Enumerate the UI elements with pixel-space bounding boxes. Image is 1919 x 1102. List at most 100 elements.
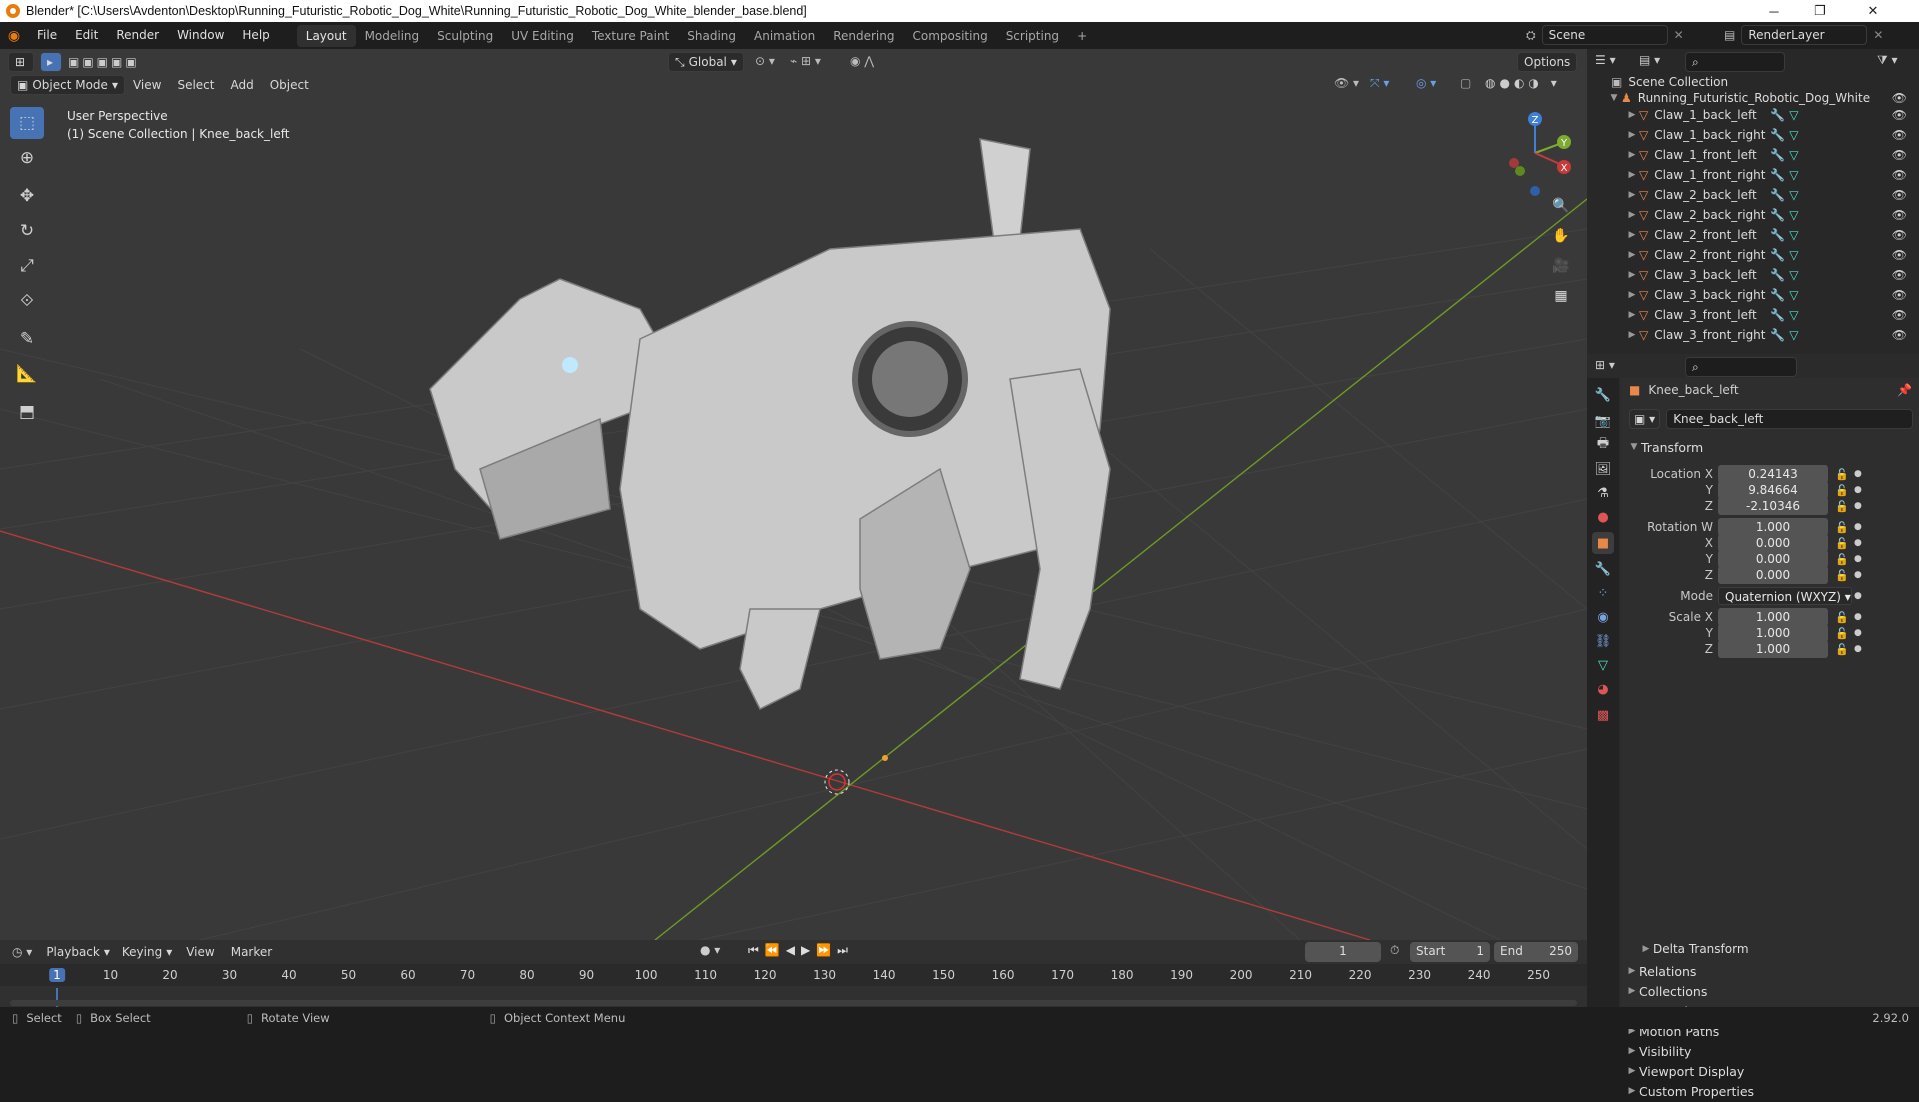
modifier-icon[interactable]: 🔧 (1770, 228, 1785, 242)
pan-hand-icon[interactable]: ✋ (1548, 223, 1574, 249)
tab-modeling[interactable]: Modeling (356, 25, 429, 47)
object-type-dropdown[interactable]: ▣ ▾ (1629, 409, 1661, 429)
mesh-data-icon[interactable]: ▽ (1789, 248, 1798, 262)
remove-scene-icon[interactable]: ✕ (1674, 28, 1684, 42)
keyframe-dot-icon[interactable]: ● (1854, 628, 1862, 638)
tab-scripting[interactable]: Scripting (997, 25, 1068, 47)
keyframe-dot-icon[interactable]: ● (1854, 522, 1862, 532)
close-window-button[interactable]: ✕ (1850, 0, 1896, 22)
viewport-menu-add[interactable]: Add (222, 78, 261, 92)
snap-icon[interactable]: ⌁ ⊞ ▾ (790, 54, 821, 68)
eye-icon[interactable]: 👁 (1892, 268, 1907, 282)
location-z-field[interactable]: -2.10346 (1718, 497, 1828, 515)
mesh-data-icon[interactable]: ▽ (1789, 108, 1798, 122)
lock-icon[interactable]: 🔓 (1835, 627, 1849, 640)
eye-icon[interactable]: 👁 (1892, 328, 1907, 342)
eye-icon[interactable]: 👁 (1892, 168, 1907, 182)
tab-compositing[interactable]: Compositing (903, 25, 996, 47)
lock-icon[interactable]: 🔓 (1835, 611, 1849, 624)
viewport-menu-view[interactable]: View (125, 78, 169, 92)
keyframe-dot-icon[interactable]: ● (1854, 538, 1862, 548)
expand-icon[interactable]: ▶ (1625, 270, 1639, 280)
start-frame-field[interactable]: Start 1 (1410, 942, 1490, 962)
eye-icon[interactable]: 👁 (1892, 248, 1907, 262)
minimize-button[interactable]: ─ (1751, 0, 1797, 22)
section-header[interactable]: ▶ Relations (1621, 960, 1919, 982)
outliner-row[interactable]: ▶ ▽ Claw_2_back_right 🔧 ▽ 👁 (1587, 205, 1919, 225)
mesh-data-icon[interactable]: ▽ (1789, 208, 1798, 222)
modifier-icon[interactable]: 🔧 (1770, 168, 1785, 182)
gizmo-icon[interactable]: ⤧ ▾ (1370, 76, 1389, 91)
tool-tab-icon[interactable]: 🔧 (1592, 384, 1614, 406)
zoom-icon[interactable]: 🔍 (1548, 193, 1574, 219)
playback-menu[interactable]: Playback ▾ (40, 942, 116, 962)
maximize-button[interactable]: ❐ (1797, 0, 1843, 22)
eye-icon[interactable]: 👁 (1892, 108, 1907, 122)
menu-render[interactable]: Render (107, 22, 168, 49)
section-header[interactable]: ▶ Collections (1621, 980, 1919, 1002)
mesh-data-icon[interactable]: ▽ (1789, 168, 1798, 182)
add-workspace-button[interactable]: + (1068, 25, 1096, 47)
navigation-gizmo[interactable]: Z Y X (1490, 105, 1580, 205)
expand-icon[interactable]: ▶ (1625, 330, 1639, 340)
expand-icon[interactable]: ▶ (1625, 250, 1639, 260)
mesh-data-icon[interactable]: ▽ (1789, 128, 1798, 142)
viewport-menu-object[interactable]: Object (262, 78, 317, 92)
select-box-tool-icon[interactable]: ⬚ (10, 107, 44, 139)
lock-icon[interactable]: 🔓 (1835, 468, 1849, 481)
keyframe-dot-icon[interactable]: ● (1854, 591, 1862, 601)
viewport-menu-select[interactable]: Select (169, 78, 222, 92)
section-header[interactable]: ▶ Visibility (1621, 1040, 1919, 1062)
collapse-icon[interactable]: ▼ (1607, 93, 1621, 103)
mesh-data-icon[interactable]: ▽ (1789, 228, 1798, 242)
eye-icon[interactable]: 👁 (1892, 91, 1907, 105)
xray-icon[interactable]: ▢ (1460, 76, 1471, 90)
annotate-tool-icon[interactable]: ✎ (10, 323, 44, 355)
menu-file[interactable]: File (28, 22, 66, 49)
particles-tab-icon[interactable]: ⁘ (1592, 582, 1614, 604)
mesh-data-icon[interactable]: ▽ (1789, 288, 1798, 302)
tab-shading[interactable]: Shading (678, 25, 745, 47)
record-icon[interactable]: ● ▾ (700, 943, 720, 957)
section-header[interactable]: ▶ Viewport Display (1621, 1060, 1919, 1082)
pin-icon[interactable]: 📌 (1897, 383, 1912, 397)
3d-viewport[interactable]: ⊞ ▸ ▣▣▣▣▣ ⤡ Global ▾ ⊙ ▾ ⌁ ⊞ ▾ ◉ ⋀ Option… (0, 49, 1587, 940)
section-header[interactable]: ▶ Custom Properties (1621, 1080, 1919, 1102)
modifier-icon[interactable]: 🔧 (1770, 188, 1785, 202)
blender-menu-icon[interactable]: ◉ (0, 22, 28, 49)
object-tab-icon[interactable]: ■ (1592, 532, 1614, 554)
delta-transform-header[interactable]: ▶ Delta Transform (1621, 938, 1919, 960)
keyframe-dot-icon[interactable]: ● (1854, 554, 1862, 564)
outliner-row[interactable]: ▶ ▽ Claw_3_back_left 🔧 ▽ 👁 (1587, 265, 1919, 285)
eye-icon[interactable]: 👁 (1892, 208, 1907, 222)
options-dropdown[interactable]: Options (1517, 52, 1578, 72)
tab-texture-paint[interactable]: Texture Paint (583, 25, 678, 47)
world-tab-icon[interactable]: ● (1592, 506, 1614, 528)
scene-selector[interactable]: Scene (1541, 25, 1668, 45)
scale-tool-icon[interactable]: ⤢ (10, 250, 44, 282)
outliner-row[interactable]: ▶ ▽ Claw_1_front_left 🔧 ▽ 👁 (1587, 145, 1919, 165)
lock-icon[interactable]: 🔓 (1835, 553, 1849, 566)
outliner-row[interactable]: ▶ ▽ Claw_1_back_right 🔧 ▽ 👁 (1587, 125, 1919, 145)
mesh-data-icon[interactable]: ▽ (1789, 328, 1798, 342)
playback-controls[interactable]: ⏮⏪◀▶⏩⏭ (748, 943, 854, 958)
tab-layout[interactable]: Layout (296, 24, 356, 47)
transform-orientation-dropdown[interactable]: ⤡ Global ▾ (668, 52, 744, 72)
display-mode-icon[interactable]: ▤ ▾ (1639, 53, 1660, 67)
eye-icon[interactable]: 👁 (1892, 288, 1907, 302)
mode-dropdown[interactable]: ▣ Object Mode ▾ (10, 75, 125, 95)
eye-icon[interactable]: 👁 (1892, 188, 1907, 202)
camera-view-icon[interactable]: 🎥 (1548, 253, 1574, 279)
lock-icon[interactable]: 🔓 (1835, 643, 1849, 656)
lock-icon[interactable]: 🔓 (1835, 569, 1849, 582)
properties-search-input[interactable]: ⌕ (1685, 357, 1797, 377)
expand-icon[interactable]: ▶ (1625, 310, 1639, 320)
expand-icon[interactable]: ▶ (1625, 110, 1639, 120)
expand-icon[interactable]: ▶ (1625, 290, 1639, 300)
expand-icon[interactable]: ▶ (1625, 150, 1639, 160)
keyframe-dot-icon[interactable]: ● (1854, 485, 1862, 495)
viewport-scene[interactable] (0, 49, 1587, 940)
menu-window[interactable]: Window (168, 22, 233, 49)
proportional-editing-icon[interactable]: ◉ ⋀ (850, 54, 874, 68)
mesh-data-icon[interactable]: ▽ (1789, 148, 1798, 162)
